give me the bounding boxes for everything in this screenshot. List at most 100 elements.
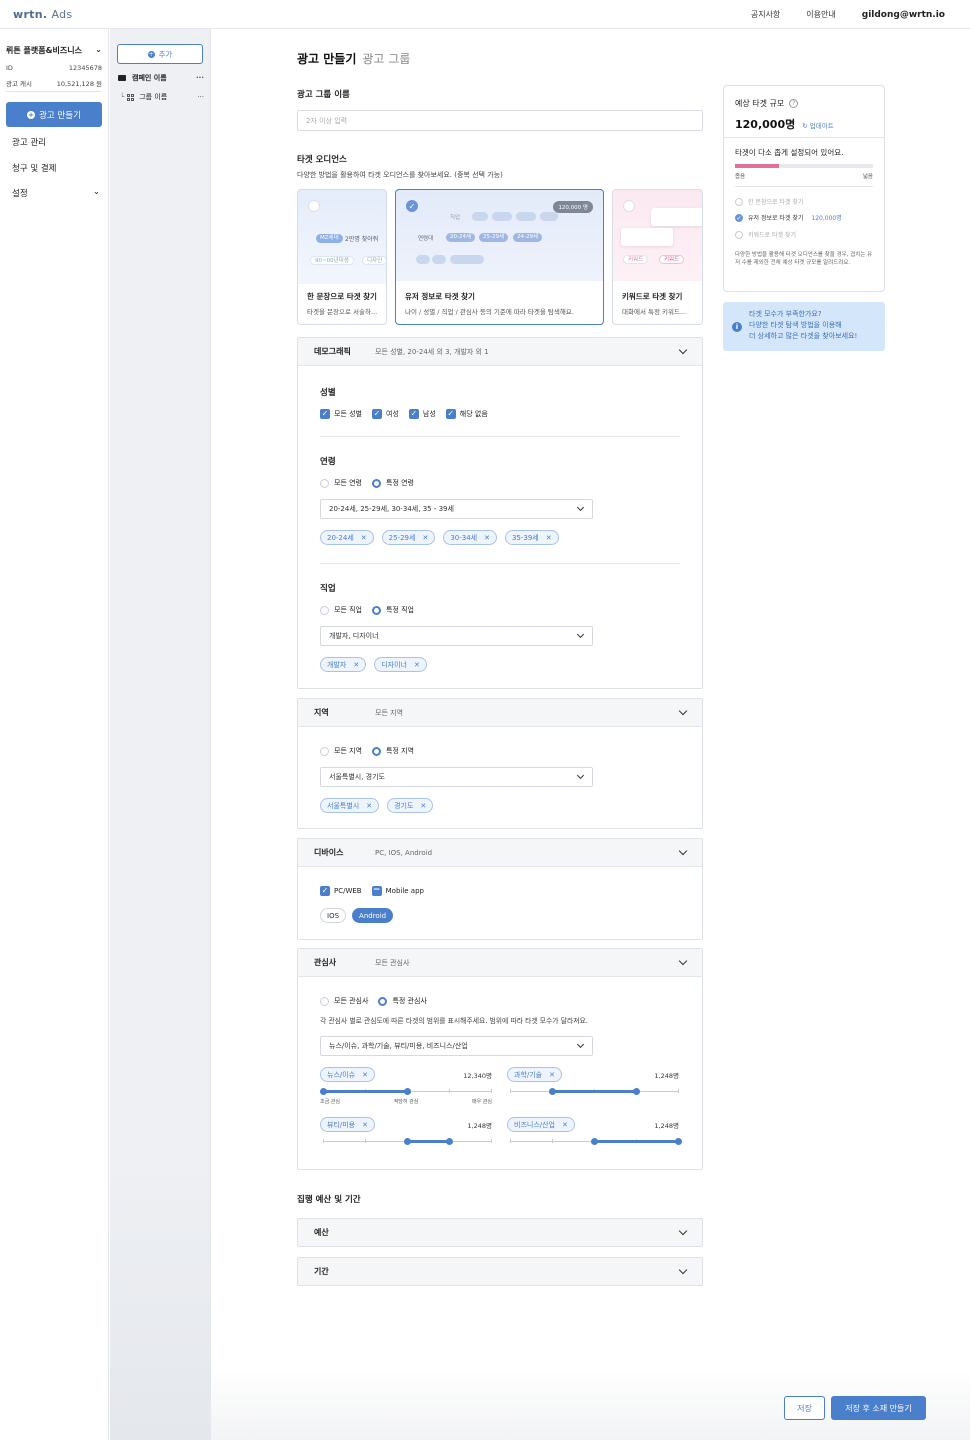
slider-track[interactable] [320,1088,492,1095]
gender-female-checkbox[interactable]: ✓ 여성 [372,409,399,419]
budget-section[interactable]: 예산 [297,1218,703,1247]
notice-link[interactable]: 공지사항 [751,9,780,20]
audience-desc: 다양한 방법을 활용하여 타겟 오디언스를 찾아보세요. (중복 선택 가능) [297,171,503,179]
tree-item-group[interactable]: └ 그룹 이름 ··· [120,92,204,102]
slider-handle[interactable] [446,1138,453,1145]
gender-none-checkbox[interactable]: ✓ 해당 없음 [445,409,488,419]
check-icon: ✓ [735,213,743,222]
ad-cash-row: 광고 캐시 10,521,128 원 [6,80,102,88]
device-header[interactable]: 디바이스 PC, IOS, Android [298,839,702,867]
more-icon[interactable]: ··· [196,74,204,82]
slider-track[interactable] [510,1138,682,1145]
account-selector[interactable]: 뤼튼 플랫폼&비즈니스 ⌄ [6,45,102,56]
interest-tag[interactable]: 과학/기술 ✕ [507,1067,562,1082]
region-tag[interactable]: 서울특별시 ✕ [320,798,380,813]
interest-all-radio[interactable]: 모든 관심사 [320,996,368,1006]
region-all-radio[interactable]: 모든 지역 [320,746,362,756]
age-all-radio[interactable]: 모든 연령 [320,478,362,488]
job-select[interactable]: 개발자, 디자이너 [320,626,593,646]
mobile-app-checkbox[interactable]: − Mobile app [371,885,424,896]
save-and-create-button[interactable]: 저장 후 소재 만들기 [831,1396,926,1420]
gender-male-checkbox[interactable]: ✓ 남성 [408,409,436,419]
wrtn-ads-logo[interactable]: wrtn. Ads [13,8,72,21]
create-ad-button[interactable]: + 광고 만들기 [6,102,102,127]
slider-handle[interactable] [404,1138,411,1145]
android-chip[interactable]: Android [352,908,394,923]
close-icon: ✕ [545,533,552,542]
age-tag[interactable]: 35-39세 ✕ [504,530,559,545]
card-desc: 나이 / 성별 / 직업 / 관심사 등의 기준에 따라 타겟을 탐색해요. [405,308,574,316]
age-tag[interactable]: 20-24세 ✕ [320,530,374,545]
audience-card-sentence[interactable]: MZ세대 2만명 찾아줘 90~00년대생 디자인 한 문장으로 타겟 찾기 타… [297,189,387,325]
job-tag[interactable]: 개발자 ✕ [320,657,367,672]
interest-section: 관심사 모든 관심사 모든 관심사 특정 관심사 각 관심사 별로 관심도에 따른… [297,948,703,1170]
chevron-down-icon [678,1265,688,1275]
more-icon[interactable]: ··· [197,93,204,101]
age-tag[interactable]: 25-29세 ✕ [381,530,436,545]
group-name-input[interactable]: 2자 이상 입력 [297,110,703,131]
guide-link[interactable]: 이용안내 [806,9,835,20]
estimate-title: 예상 타겟 규모? [735,98,799,109]
job-radio-group: 모든 직업 특정 직업 [320,605,414,615]
pc-web-checkbox[interactable]: ✓ PC/WEB [320,886,362,896]
close-icon: ✕ [562,1120,568,1129]
audience-label: 타겟 오디언스 [297,155,347,165]
add-button[interactable]: + 추가 [117,44,203,64]
region-section: 지역 모든 지역 모든 지역 특정 지역 서울특별시, 경기도 서울특별시 ✕ 경기… [297,698,703,829]
chevron-down-icon [576,503,585,512]
ios-chip[interactable]: IOS [320,908,347,923]
job-tag[interactable]: 디자이너 ✕ [374,657,427,672]
slider-handle[interactable] [549,1088,556,1095]
interest-tag[interactable]: 뉴스/이슈 ✕ [320,1067,375,1082]
region-header[interactable]: 지역 모든 지역 [298,699,702,727]
minus-icon: − [371,885,382,896]
card-desc: 타겟을 문장으로 서술하... [307,308,378,316]
sidebar-item-settings[interactable]: 설정 ⌄ [12,187,100,199]
save-button[interactable]: 저장 [784,1396,825,1420]
interest-tag[interactable]: 비즈니스/산업 ✕ [507,1117,575,1132]
region-tag[interactable]: 경기도 ✕ [387,798,434,813]
gender-all-checkbox[interactable]: ✓ 모든 성별 [320,409,362,419]
age-specific-radio[interactable]: 특정 연령 [372,478,414,488]
audience-card-user-info[interactable]: ✓ 120,000 명 직업 연령대 20-24세 25-29세 24-29세 … [395,189,604,325]
interest-select[interactable]: 뉴스/이슈, 과학/기술, 뷰티/미용, 비즈니스/산업 [320,1036,593,1056]
job-tags: 개발자 ✕ 디자이너 ✕ [320,657,427,672]
slider-track[interactable] [323,1138,492,1145]
sidebar-item-ad-management[interactable]: 광고 관리 [12,136,100,148]
audience-card-keyword[interactable]: 키워드 키워드 키워드로 타겟 찾기 대화에서 특정 키워드... [612,189,703,325]
divider [735,186,873,187]
region-specific-radio[interactable]: 특정 지역 [372,746,414,756]
estimate-option-sentence: 한 문장으로 타겟 찾기 [735,197,803,206]
help-icon[interactable]: ? [789,99,799,108]
slider-handle[interactable] [404,1088,411,1095]
period-section[interactable]: 기간 [297,1257,703,1286]
age-select[interactable]: 20-24세, 25-29세, 30-34세, 35 - 39세 [320,499,593,519]
job-all-radio[interactable]: 모든 직업 [320,605,362,615]
job-specific-radio[interactable]: 특정 직업 [372,605,414,615]
demographic-header[interactable]: 데모그래픽 모든 성별, 20-24세 외 3, 개발자 외 1 [298,338,702,366]
chevron-down-icon [576,771,585,780]
region-select[interactable]: 서울특별시, 경기도 [320,767,593,787]
divider [6,91,102,92]
art-text: 2만명 찾아줘 [345,236,379,243]
sidebar-item-billing[interactable]: 청구 및 결제 [12,162,100,174]
account-email[interactable]: gildong@wrtn.io [862,10,945,20]
chevron-down-icon: ⌄ [95,45,102,54]
slider-handle[interactable] [320,1088,327,1095]
close-icon: ✕ [362,1120,368,1129]
slider-handle[interactable] [633,1088,640,1095]
close-icon: ✕ [422,533,429,542]
slider-fill [552,1090,636,1093]
slider-handle[interactable] [675,1138,682,1145]
interest-tag[interactable]: 뷰티/미용 ✕ [320,1117,375,1132]
interest-count: 12,340명 [463,1071,492,1080]
tree-item-campaign[interactable]: 캠페인 이름 ··· [118,73,204,83]
interest-header[interactable]: 관심사 모든 관심사 [298,949,702,977]
interest-specific-radio[interactable]: 특정 관심사 [378,996,427,1006]
card-desc: 대화에서 특정 키워드... [622,308,687,316]
mobile-os-chips: IOS Android [320,908,394,923]
age-tag[interactable]: 30-34세 ✕ [443,530,497,545]
update-button[interactable]: ↻ 업데이트 [802,120,833,130]
slider-track[interactable] [510,1088,679,1095]
slider-handle[interactable] [591,1138,598,1145]
